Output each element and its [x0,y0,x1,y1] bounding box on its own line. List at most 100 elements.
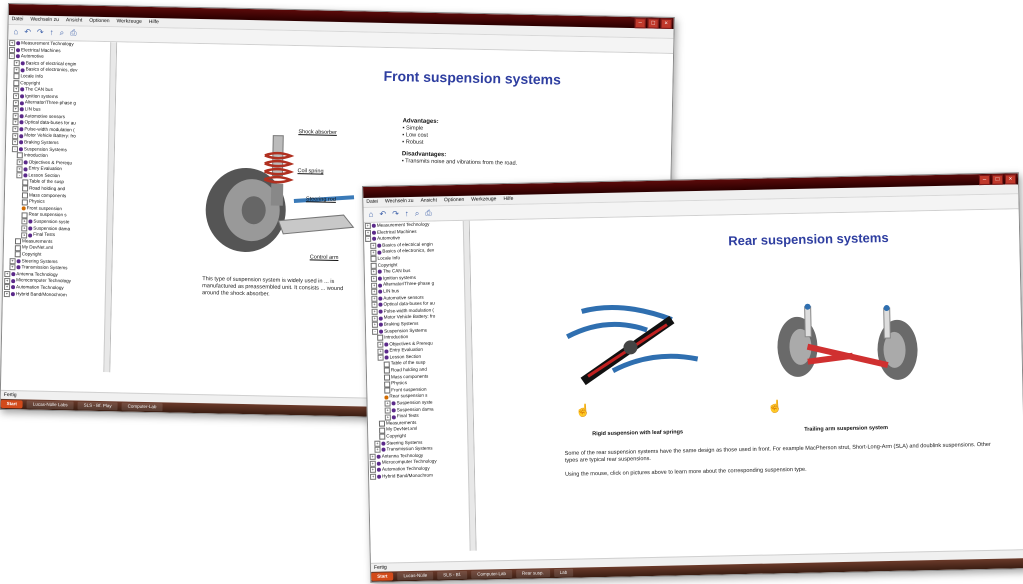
expand-icon[interactable]: + [384,413,391,421]
menu-item[interactable]: Wechseln zu [385,197,414,207]
expand-icon[interactable]: + [9,264,16,271]
taskbar-item[interactable]: Computer-Lab [471,569,513,579]
expand-icon[interactable]: + [13,66,20,73]
expand-icon[interactable]: + [377,348,384,355]
close-icon[interactable]: × [1004,174,1017,185]
expand-icon[interactable]: + [370,242,377,249]
taskbar-item[interactable]: Lucas-Nülle [397,571,434,581]
collapse-icon[interactable]: - [16,172,23,179]
forward-icon[interactable]: ↷ [392,209,399,219]
expand-icon[interactable]: + [8,46,16,54]
expand-icon[interactable]: + [371,288,378,296]
expand-icon[interactable]: + [369,460,376,467]
expand-icon[interactable]: + [12,106,19,113]
expand-icon[interactable]: + [4,277,11,284]
collapse-icon[interactable]: - [377,354,384,361]
expand-icon[interactable]: + [384,407,391,414]
collapse-icon[interactable]: - [371,328,379,335]
menu-item[interactable]: Optionen [444,196,464,205]
callout-steering-rod[interactable]: Steering rod [306,196,336,203]
expand-icon[interactable]: + [12,126,19,133]
expand-icon[interactable]: + [12,93,20,100]
leaf-spring-suspension-image[interactable] [561,294,713,407]
expand-icon[interactable]: + [370,269,377,276]
expand-icon[interactable]: + [374,440,381,447]
collapse-icon[interactable]: - [11,145,19,153]
menu-item[interactable]: Werkzeuge [471,195,496,205]
expand-icon[interactable]: + [377,341,384,348]
menu-item[interactable]: Wechseln zu [30,15,59,25]
back-icon[interactable]: ↶ [24,27,31,37]
taskbar-item[interactable]: SLS - Bf. [437,570,468,580]
minimize-icon[interactable]: – [978,174,991,186]
expand-icon[interactable]: + [12,112,19,120]
collapse-icon[interactable]: - [8,53,15,60]
menu-item[interactable]: Datei [366,198,378,207]
expand-icon[interactable]: + [369,453,376,460]
maximize-icon[interactable]: □ [647,18,659,29]
print-icon[interactable]: ⎙ [70,28,77,38]
menu-item[interactable]: Ansicht [420,196,437,205]
maximize-icon[interactable]: □ [991,174,1004,185]
start-button[interactable]: Start [371,572,394,581]
trailing-arm-suspension-image[interactable] [771,289,923,402]
home-icon[interactable]: ⌂ [13,27,18,37]
menu-item[interactable]: Hilfe [503,195,513,204]
menu-item[interactable]: Optionen [89,17,109,26]
expand-icon[interactable]: + [21,231,28,238]
taskbar-item[interactable]: Lucas-Nülle Labs [26,400,74,410]
expand-icon[interactable]: + [3,284,11,291]
front-suspension-image[interactable] [203,124,366,267]
back-icon[interactable]: ↶ [379,210,386,220]
expand-icon[interactable]: + [371,321,378,329]
taskbar-item[interactable]: SLS - Bf. Play [77,401,118,411]
expand-icon[interactable]: + [13,60,20,67]
forward-icon[interactable]: ↷ [37,28,44,38]
expand-icon[interactable]: + [9,257,16,265]
minimize-icon[interactable]: – [634,18,646,29]
collapse-icon[interactable]: - [365,236,372,243]
taskbar-item[interactable]: Computer-Lab [121,402,163,412]
menu-item[interactable]: Ansicht [66,16,83,25]
expand-icon[interactable]: + [3,290,10,297]
tree-item[interactable]: + Hybrid Band/Monochrom [3,291,111,300]
tree-item[interactable]: + Hybrid Band/Monochrom [369,471,474,480]
expand-icon[interactable]: + [369,467,377,474]
up-icon[interactable]: ↑ [50,28,54,38]
home-icon[interactable]: ⌂ [369,210,374,220]
callout-coil-spring[interactable]: Coil spring [297,168,323,175]
expand-icon[interactable]: + [21,225,28,232]
expand-icon[interactable]: + [12,139,19,146]
expand-icon[interactable]: + [371,302,378,309]
taskbar-item[interactable]: Rear susp. [515,569,550,578]
expand-icon[interactable]: + [371,282,378,289]
expand-icon[interactable]: + [371,295,378,302]
start-button[interactable]: Start [0,399,23,409]
expand-icon[interactable]: + [370,473,377,480]
expand-icon[interactable]: + [16,165,23,172]
expand-icon[interactable]: + [364,223,371,230]
menu-item[interactable]: Werkzeuge [116,17,142,27]
search-icon[interactable]: ⌕ [60,28,65,38]
expand-icon[interactable]: + [13,86,20,93]
expand-icon[interactable]: + [12,99,19,106]
expand-icon[interactable]: + [374,447,381,454]
search-icon[interactable]: ⌕ [415,209,420,219]
callout-control-arm[interactable]: Control arm [310,254,339,261]
expand-icon[interactable]: + [371,308,378,315]
expand-icon[interactable]: + [21,218,28,225]
close-icon[interactable]: × [660,18,672,29]
expand-icon[interactable]: + [12,132,19,139]
callout-shock-absorber[interactable]: Shock absorber [298,129,337,136]
expand-icon[interactable]: + [9,40,16,47]
expand-icon[interactable]: + [12,119,19,126]
expand-icon[interactable]: + [370,275,378,282]
expand-icon[interactable]: + [4,271,11,278]
menu-item[interactable]: Datei [12,15,24,24]
expand-icon[interactable]: + [384,400,391,407]
expand-icon[interactable]: + [370,249,377,256]
expand-icon[interactable]: + [364,229,372,236]
taskbar-item[interactable]: Lab [553,568,574,578]
expand-icon[interactable]: + [371,315,378,322]
menu-item[interactable]: Hilfe [149,18,159,27]
